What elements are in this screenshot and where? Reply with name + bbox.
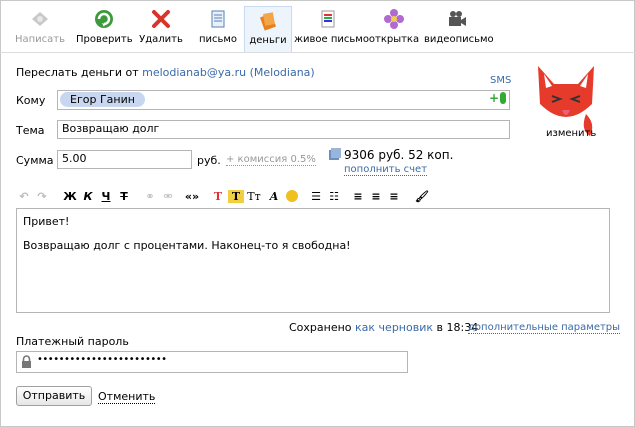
numbered-list-icon[interactable]: ☷ xyxy=(326,190,342,203)
text-color-button[interactable]: T xyxy=(210,190,226,203)
draft-link[interactable]: как черновик xyxy=(355,321,433,334)
wallet-icon xyxy=(329,148,341,160)
from-address-link[interactable]: melodianab@ya.ru (Melodiana) xyxy=(142,66,315,79)
send-button[interactable]: Отправить xyxy=(16,386,92,406)
quote-button[interactable]: «» xyxy=(184,190,200,203)
bulleted-list-icon[interactable]: ☰ xyxy=(308,190,324,203)
redo-icon[interactable]: ↷ xyxy=(34,190,50,203)
extra-params-link[interactable]: дополнительные параметры xyxy=(468,322,621,334)
align-left-icon[interactable]: ≡ xyxy=(350,190,366,203)
password-input[interactable]: •••••••••••••••••••••••• xyxy=(16,351,408,373)
to-label: Кому xyxy=(16,94,46,107)
compose-button[interactable]: Написать xyxy=(14,6,66,52)
video-letter-icon xyxy=(449,11,466,26)
currency-label: руб. xyxy=(197,154,221,167)
subject-label: Тема xyxy=(16,124,45,137)
font-size-button[interactable]: Tт xyxy=(246,190,262,203)
lock-icon xyxy=(22,355,31,368)
message-line-2: Возвращаю долг с процентами. Наконец-то … xyxy=(23,239,351,252)
live-letter-icon xyxy=(321,10,335,28)
toolbar: Написать Проверить Удалить письмо деньги… xyxy=(0,0,635,53)
tab-video-letter[interactable]: видеописьмо xyxy=(424,6,494,52)
align-center-icon[interactable]: ≡ xyxy=(368,190,384,203)
balance-value: 9306 руб. 52 коп. xyxy=(344,148,454,162)
tab-live-letter[interactable]: живое письмо xyxy=(294,6,369,52)
change-avatar-link[interactable]: изменить xyxy=(546,128,596,139)
delete-button[interactable]: Удалить xyxy=(136,6,186,52)
password-label: Платежный пароль xyxy=(16,335,129,348)
commission-link[interactable]: + комиссия 0.5% xyxy=(226,154,316,166)
unlink-icon[interactable]: ⚮ xyxy=(160,190,176,203)
sum-input[interactable]: 5.00 xyxy=(57,150,192,169)
font-family-button[interactable]: A xyxy=(266,190,282,203)
tab-money[interactable]: деньги xyxy=(244,6,292,53)
saved-status: Сохранено как черновик в 18:34 xyxy=(289,321,479,334)
italic-button[interactable]: К xyxy=(80,190,96,203)
subject-input[interactable]: Возвращаю долг xyxy=(57,120,510,139)
check-button[interactable]: Проверить xyxy=(76,6,133,52)
tab-postcard[interactable]: открытка xyxy=(368,6,420,52)
align-right-icon[interactable]: ≡ xyxy=(386,190,402,203)
delete-icon xyxy=(152,10,170,28)
sms-link[interactable]: SMS xyxy=(490,75,511,86)
cancel-link[interactable]: Отменить xyxy=(98,390,156,404)
undo-icon[interactable]: ↶ xyxy=(16,190,32,203)
bold-button[interactable]: Ж xyxy=(62,190,78,203)
from-line: Переслать деньги от melodianab@ya.ru (Me… xyxy=(16,66,315,79)
letter-icon xyxy=(211,10,225,28)
tab-letter[interactable]: письмо xyxy=(196,6,240,52)
link-icon[interactable]: ⚭ xyxy=(142,190,158,203)
add-contact-icon[interactable]: + xyxy=(489,91,507,105)
check-icon xyxy=(95,10,113,28)
sum-label: Сумма xyxy=(16,154,54,167)
message-line-1: Привет! xyxy=(23,215,70,228)
postcard-icon xyxy=(384,9,404,29)
underline-button[interactable]: Ч xyxy=(98,190,114,203)
toolbar-divider xyxy=(0,52,635,53)
money-icon xyxy=(259,12,277,31)
message-editor[interactable]: Привет! Возвращаю долг с процентами. Нак… xyxy=(16,208,610,313)
compose-icon xyxy=(32,12,48,26)
background-color-button[interactable]: T xyxy=(228,190,244,203)
strikethrough-button[interactable]: Т xyxy=(116,190,132,203)
fox-avatar-icon[interactable] xyxy=(526,58,606,138)
smiley-icon[interactable] xyxy=(284,190,300,205)
format-painter-icon[interactable]: 🖌 xyxy=(414,190,430,203)
top-up-link[interactable]: пополнить счет xyxy=(344,164,428,176)
recipient-chip[interactable]: Егор Ганин xyxy=(60,92,145,107)
